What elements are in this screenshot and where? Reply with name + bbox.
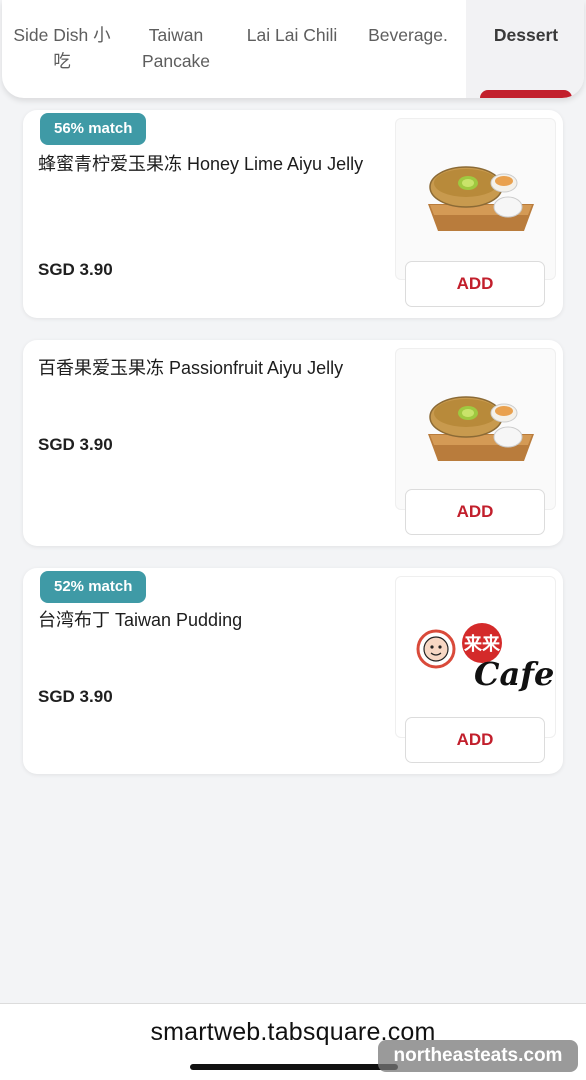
tab-label: Taiwan	[148, 25, 204, 45]
item-image[interactable]	[395, 118, 556, 280]
item-name: 百香果爱玉果冻 Passionfruit Aiyu Jelly	[38, 358, 344, 378]
svg-text:来来: 来来	[463, 634, 501, 655]
tab-lai-lai-chili[interactable]: Lai Lai Chili	[234, 0, 350, 98]
tab-label: Beverage.	[368, 25, 448, 45]
tab-side-dish[interactable]: Side Dish 小吃	[2, 0, 118, 98]
item-name: 台湾布丁 Taiwan Pudding	[38, 610, 243, 630]
menu-item-card[interactable]: 56% match 蜂蜜青柠爱玉果冻 Honey Lime Aiyu Jelly…	[23, 110, 563, 318]
tab-dessert[interactable]: Dessert	[466, 0, 584, 98]
item-image[interactable]	[395, 348, 556, 510]
item-price: SGD 3.90	[38, 260, 113, 279]
add-button[interactable]: ADD	[405, 717, 545, 763]
item-price: SGD 3.90	[38, 687, 113, 706]
active-tab-indicator	[480, 90, 572, 98]
tab-label: Pancake	[141, 51, 211, 71]
add-button[interactable]: ADD	[405, 261, 545, 307]
tab-label: Dessert	[493, 25, 559, 45]
tab-beverage[interactable]: Beverage.	[350, 0, 466, 98]
jelly-tray-image	[428, 166, 534, 231]
tab-label: Side Dish 小	[13, 25, 111, 45]
tab-taiwan-pancake[interactable]: Taiwan Pancake	[118, 0, 234, 98]
item-image[interactable]: 来来 Cafe	[395, 576, 556, 738]
watermark: northeasteats.com	[378, 1040, 578, 1072]
cafe-logo-icon: 来来 Cafe	[416, 623, 554, 693]
menu-item-card[interactable]: 百香果爱玉果冻 Passionfruit Aiyu Jelly SGD 3.90…	[23, 340, 563, 546]
jelly-tray-image	[428, 396, 534, 461]
item-name: 蜂蜜青柠爱玉果冻 Honey Lime Aiyu Jelly	[38, 154, 364, 174]
item-price: SGD 3.90	[38, 435, 113, 454]
home-indicator[interactable]	[190, 1064, 398, 1070]
svg-text:Cafe: Cafe	[474, 655, 554, 693]
add-button[interactable]: ADD	[405, 489, 545, 535]
match-badge: 56% match	[40, 113, 147, 145]
match-badge: 52% match	[40, 571, 147, 603]
menu-item-card[interactable]: 52% match 台湾布丁 Taiwan Pudding SGD 3.90 来…	[23, 568, 563, 774]
tab-label: 吃	[53, 51, 71, 71]
tab-label: Lai Lai Chili	[246, 25, 338, 45]
category-tab-bar: Side Dish 小吃 Taiwan Pancake Lai Lai Chili…	[2, 0, 584, 98]
